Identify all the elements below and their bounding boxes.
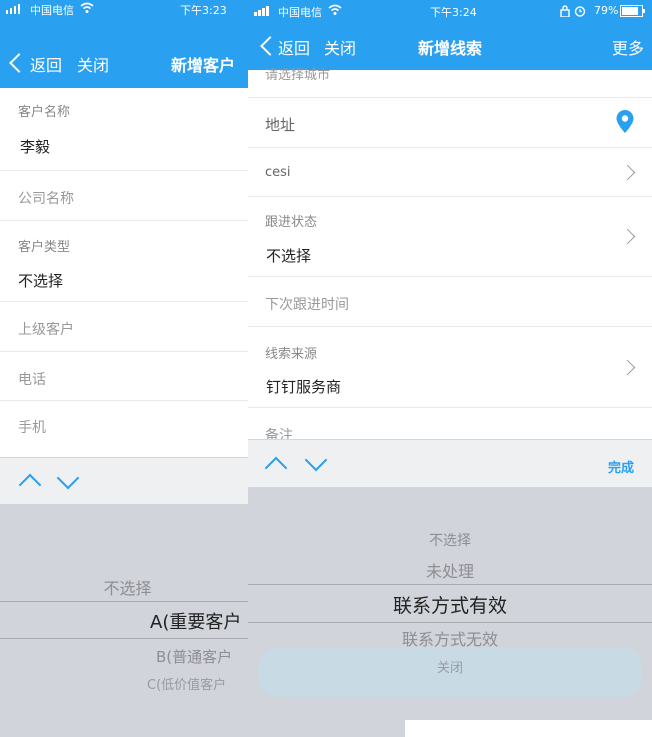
picker-toolbar — [0, 457, 248, 505]
mobile-field[interactable]: 手机 — [0, 401, 248, 457]
picker-wheel[interactable]: 不选择 A(重要客户 B(普通客户 C(低价值客户 — [0, 504, 248, 737]
status-bar: 中国电信 下午3:24 79% — [248, 0, 652, 22]
carrier-label: 中国电信 — [278, 6, 322, 19]
back-label: 返回 — [278, 39, 311, 58]
picker-option-selected[interactable]: 联系方式有效 — [248, 591, 652, 618]
lock-icon — [560, 5, 570, 20]
chevron-left-icon — [260, 36, 280, 56]
signal-icon — [6, 4, 24, 14]
nav-bar: 返回 关闭 新增客户 — [0, 18, 248, 88]
right-phone-screen: 中国电信 下午3:24 79% 返回 关闭 新增线索 更多 请选择城市 地址 c… — [248, 0, 652, 737]
close-button[interactable]: 关闭 — [324, 35, 356, 59]
address-placeholder: 地址 — [265, 116, 296, 134]
remark-placeholder: 备注 — [265, 428, 293, 439]
follow-status-value: 不选择 — [266, 247, 312, 265]
done-button[interactable]: 完成 — [608, 457, 634, 476]
customer-name-field[interactable]: 客户名称 李毅 — [0, 88, 248, 171]
page-title: 新增客户 — [171, 56, 236, 75]
back-label: 返回 — [30, 56, 63, 75]
mobile-placeholder: 手机 — [18, 420, 46, 436]
picker-option-selected[interactable]: A(重要客户 — [150, 608, 241, 634]
back-button[interactable]: 返回 — [6, 52, 62, 76]
follow-status-field[interactable]: 跟进状态 不选择 — [248, 197, 652, 277]
next-field-button[interactable] — [304, 448, 328, 472]
customer-type-field[interactable]: 客户类型 不选择 — [0, 221, 248, 302]
status-time: 下午3:23 — [180, 4, 227, 17]
picker-toolbar: 完成 — [248, 439, 652, 488]
company-name-placeholder: 公司名称 — [18, 191, 74, 207]
left-phone-screen: 中国电信 下午3:23 返回 关闭 新增客户 客户名称 李毅 公司名称 客户类型… — [0, 0, 248, 737]
parent-customer-placeholder: 上级客户 — [18, 322, 74, 338]
nav-bar: 返回 关闭 新增线索 更多 — [248, 22, 652, 70]
chevron-left-icon — [9, 53, 29, 73]
previous-field-button[interactable] — [18, 473, 42, 497]
alarm-icon — [574, 5, 586, 20]
remark-field[interactable]: 备注 — [248, 408, 652, 439]
carrier-label: 中国电信 — [30, 4, 74, 17]
customer-type-label: 客户类型 — [18, 240, 71, 255]
lead-source-label: 线索来源 — [265, 347, 318, 362]
battery-percent: 79% — [594, 4, 619, 17]
cesi-value: cesi — [265, 165, 291, 180]
phone-field[interactable]: 电话 — [0, 352, 248, 401]
picker-option[interactable]: 不选择 — [0, 575, 248, 599]
city-field[interactable]: 请选择城市 — [248, 68, 652, 98]
status-bar: 中国电信 下午3:23 — [0, 0, 248, 18]
back-button[interactable]: 返回 — [258, 34, 314, 58]
cesi-field[interactable]: cesi — [248, 148, 652, 197]
more-button[interactable]: 更多 — [612, 35, 644, 59]
customer-name-value: 李毅 — [20, 138, 51, 156]
picker-option[interactable]: 关闭 — [248, 657, 652, 676]
picker-option[interactable]: B(普通客户 — [156, 646, 232, 667]
next-follow-time-field[interactable]: 下次跟进时间 — [248, 277, 652, 327]
chevron-right-icon — [619, 359, 636, 376]
wifi-icon — [80, 2, 94, 17]
address-field[interactable]: 地址 — [248, 98, 652, 148]
picker-wheel-base — [248, 720, 405, 737]
wifi-icon — [328, 4, 342, 19]
next-field-button[interactable] — [56, 466, 80, 490]
page-title: 新增线索 — [418, 39, 483, 58]
chevron-right-icon — [619, 164, 636, 181]
parent-customer-field[interactable]: 上级客户 — [0, 302, 248, 352]
status-time: 下午3:24 — [430, 6, 477, 19]
company-name-field[interactable]: 公司名称 — [0, 171, 248, 221]
customer-name-label: 客户名称 — [18, 105, 71, 120]
picker-option[interactable]: C(低价值客户 — [147, 674, 226, 693]
close-button[interactable]: 关闭 — [77, 52, 109, 76]
previous-field-button[interactable] — [264, 456, 288, 480]
lead-source-field[interactable]: 线索来源 钉钉服务商 — [248, 327, 652, 408]
customer-type-value: 不选择 — [18, 272, 64, 290]
battery-icon — [620, 5, 646, 20]
location-pin-icon[interactable] — [616, 110, 634, 138]
lead-source-value: 钉钉服务商 — [266, 378, 342, 396]
picker-option[interactable]: 不选择 — [248, 530, 652, 550]
picker-wheel[interactable]: 不选择 未处理 联系方式有效 联系方式无效 关闭 — [248, 487, 652, 720]
picker-option[interactable]: 未处理 — [248, 558, 652, 582]
chevron-right-icon — [619, 228, 636, 245]
next-follow-time-placeholder: 下次跟进时间 — [265, 297, 349, 313]
follow-status-label: 跟进状态 — [265, 215, 318, 230]
picker-option[interactable]: 联系方式无效 — [248, 626, 652, 650]
city-placeholder: 请选择城市 — [265, 68, 331, 83]
phone-placeholder: 电话 — [18, 372, 46, 388]
signal-icon — [254, 6, 274, 16]
